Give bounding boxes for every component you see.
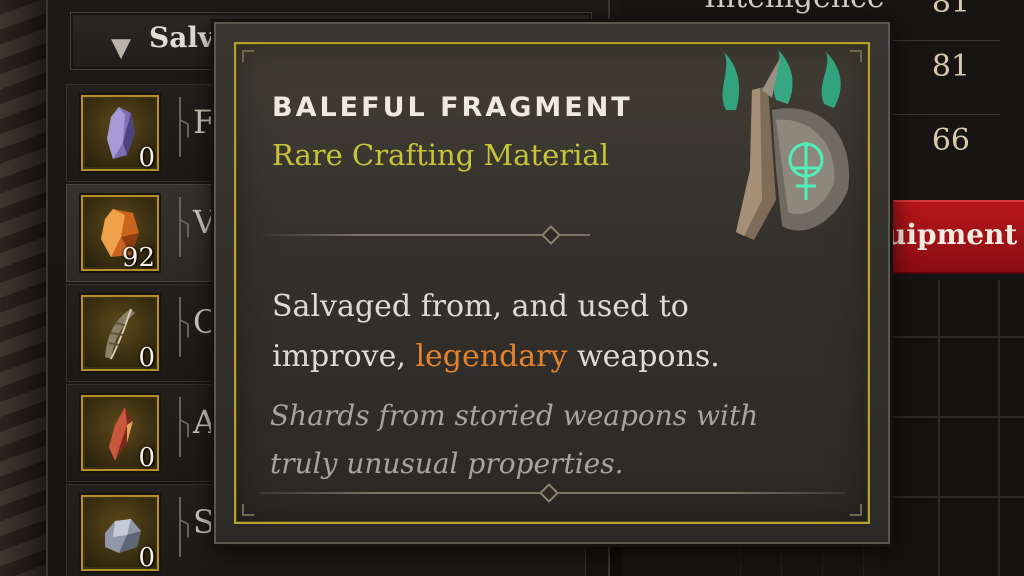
material-slot[interactable]: 0 (81, 395, 159, 473)
material-slot[interactable]: 0 (81, 495, 159, 573)
row-separator (179, 497, 187, 557)
collapse-caret-icon[interactable]: ▼ (111, 35, 131, 61)
row-separator (179, 397, 187, 457)
material-slot[interactable]: 92 (81, 195, 159, 273)
item-rarity-type: Rare Crafting Material (272, 138, 609, 172)
equipment-button[interactable]: uipment (870, 200, 1024, 274)
corner-ornament (850, 504, 862, 516)
item-description: Salvaged from, and used to improve, lege… (272, 282, 832, 382)
equipment-button-label: uipment (886, 218, 1018, 251)
corner-ornament (242, 504, 254, 516)
legendary-keyword: legendary (415, 339, 568, 374)
stat-label-intelligence: Intelligence (704, 0, 885, 15)
row-separator (179, 97, 187, 157)
stat-value: 66 (931, 123, 970, 158)
material-count: 0 (138, 143, 155, 173)
material-name: A (193, 403, 217, 441)
item-name: BALEFUL FRAGMENT (272, 92, 633, 123)
game-screen: ▼ Salva 0 Fo 92 Ve 0 C 0 A 0 Sc 81 81 66… (0, 0, 1024, 576)
material-count: 0 (138, 543, 155, 573)
item-flavor-text: Shards from storied weapons with truly u… (270, 399, 759, 480)
material-slot[interactable]: 0 (81, 95, 159, 173)
material-count: 92 (121, 243, 155, 273)
material-slot[interactable]: 0 (81, 295, 159, 373)
item-tooltip: BALEFUL FRAGMENT Rare Crafting Material … (214, 22, 890, 544)
row-separator (179, 297, 187, 357)
equipment-grid (880, 280, 1024, 576)
material-count: 0 (138, 343, 155, 373)
tooltip-content: BALEFUL FRAGMENT Rare Crafting Material … (234, 42, 870, 524)
row-separator (179, 197, 187, 257)
divider-ornament (541, 225, 561, 245)
stat-value: 81 (931, 49, 970, 84)
description-text-end: weapons. (567, 339, 720, 374)
broken-axe-fragment-icon (722, 50, 850, 240)
material-count: 0 (138, 443, 155, 473)
rock-background (0, 0, 46, 576)
corner-ornament (242, 50, 254, 62)
stat-value: 81 (931, 0, 970, 20)
